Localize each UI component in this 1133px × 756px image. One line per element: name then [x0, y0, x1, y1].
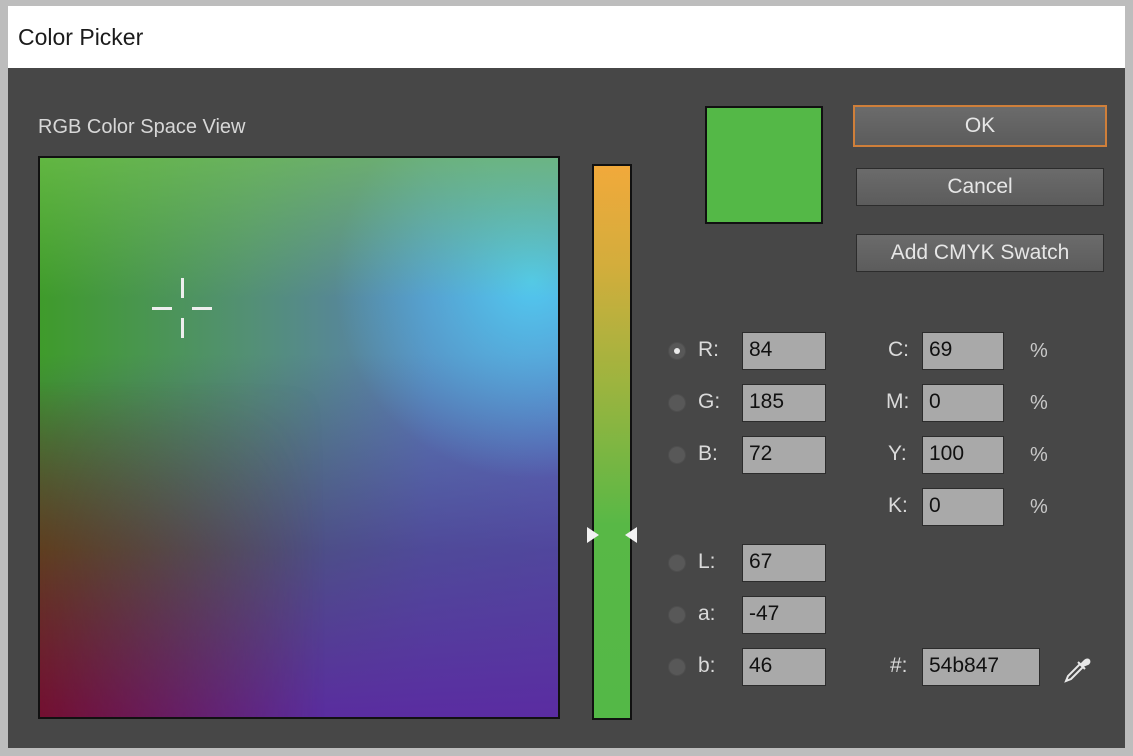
label-b: B:: [698, 442, 718, 465]
slider-handle-right[interactable]: [625, 527, 637, 543]
label-c: C:: [888, 338, 909, 361]
field-row-hex: #: 54b847: [884, 648, 1054, 688]
field-row-y: Y: 100 %: [884, 436, 1054, 476]
add-cmyk-swatch-button[interactable]: Add CMYK Swatch: [856, 234, 1104, 272]
field-row-k: K: 0 %: [884, 488, 1054, 528]
unit-y: %: [1030, 444, 1048, 466]
unit-c: %: [1030, 340, 1048, 362]
label-l: L:: [698, 550, 716, 573]
field-row-lab-b: b: 46: [668, 648, 838, 688]
eyedropper-icon[interactable]: [1060, 652, 1094, 686]
radio-lab-b[interactable]: [668, 658, 686, 676]
ok-button[interactable]: OK: [853, 105, 1107, 147]
label-a: a:: [698, 602, 716, 625]
radio-r[interactable]: [668, 342, 686, 360]
hex-input[interactable]: 54b847: [922, 648, 1040, 686]
field-row-m: M: 0 %: [884, 384, 1054, 424]
dialog-title: Color Picker: [18, 24, 144, 50]
input-b[interactable]: 72: [742, 436, 826, 474]
input-lab-b[interactable]: 46: [742, 648, 826, 686]
label-hex: #:: [890, 654, 908, 677]
input-r[interactable]: 84: [742, 332, 826, 370]
crosshair-icon[interactable]: [152, 278, 212, 338]
unit-m: %: [1030, 392, 1048, 414]
input-k[interactable]: 0: [922, 488, 1004, 526]
title-bar: Color Picker: [8, 6, 1125, 68]
radio-g[interactable]: [668, 394, 686, 412]
input-c[interactable]: 69: [922, 332, 1004, 370]
input-m[interactable]: 0: [922, 384, 1004, 422]
cancel-button[interactable]: Cancel: [856, 168, 1104, 206]
field-row-g: G: 185: [668, 384, 838, 424]
input-y[interactable]: 100: [922, 436, 1004, 474]
label-k: K:: [888, 494, 908, 517]
color-space-label: RGB Color Space View: [38, 116, 246, 138]
radio-b[interactable]: [668, 446, 686, 464]
unit-k: %: [1030, 496, 1048, 518]
radio-l[interactable]: [668, 554, 686, 572]
input-g[interactable]: 185: [742, 384, 826, 422]
field-row-r: R: 84: [668, 332, 838, 372]
label-m: M:: [886, 390, 910, 413]
field-row-a: a: -47: [668, 596, 838, 636]
label-g: G:: [698, 390, 721, 413]
field-row-l: L: 67: [668, 544, 838, 584]
label-r: R:: [698, 338, 719, 361]
input-a[interactable]: -47: [742, 596, 826, 634]
input-l[interactable]: 67: [742, 544, 826, 582]
color-picker-dialog: Color Picker RGB Color Space View OK Can…: [0, 0, 1133, 756]
color-slider[interactable]: [592, 164, 632, 720]
slider-handle-left[interactable]: [587, 527, 599, 543]
field-row-c: C: 69 %: [884, 332, 1054, 372]
label-y: Y:: [888, 442, 907, 465]
radio-a[interactable]: [668, 606, 686, 624]
current-color-swatch: [705, 106, 823, 224]
dialog-content: RGB Color Space View OK Cancel Add CMYK …: [8, 68, 1125, 748]
label-lab-b: b:: [698, 654, 716, 677]
color-space-field[interactable]: [38, 156, 560, 719]
field-row-b: B: 72: [668, 436, 838, 476]
